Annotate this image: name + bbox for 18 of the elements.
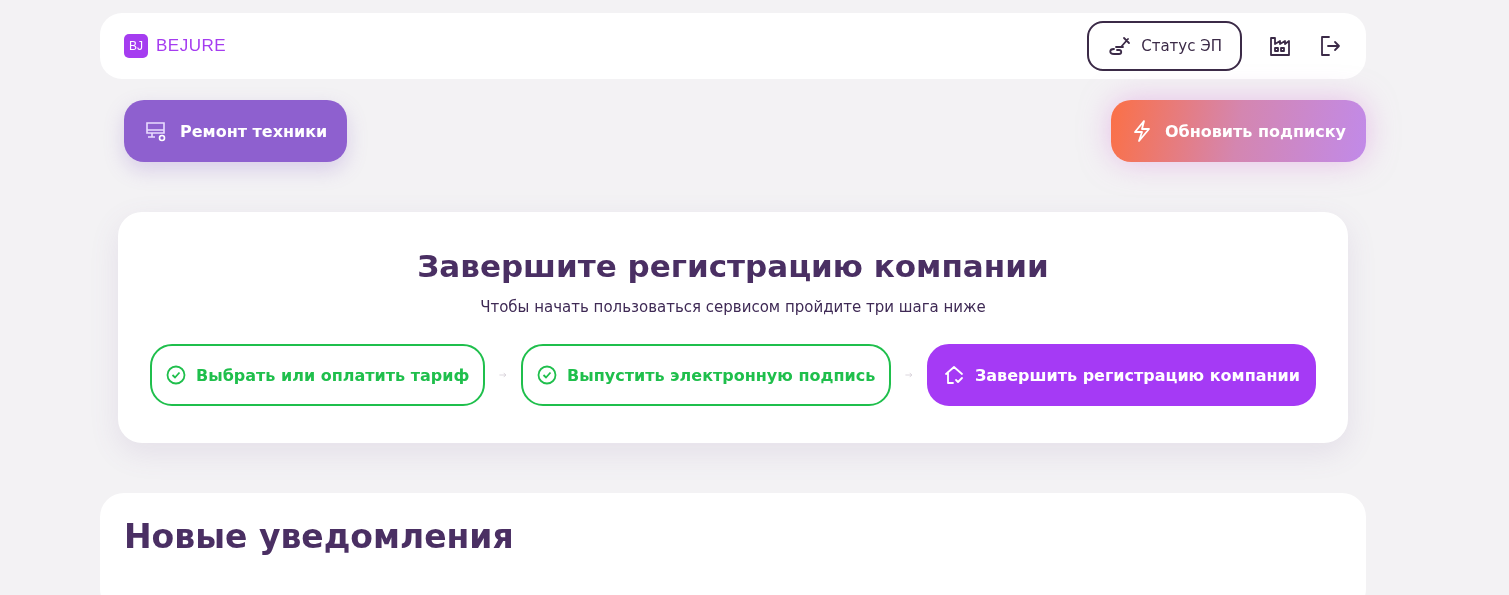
signature-status-button[interactable]: Статус ЭП	[1087, 21, 1242, 71]
registration-subtitle: Чтобы начать пользоваться сервисом пройдите три шага ниже	[480, 298, 986, 316]
logo-text: BEJURE	[156, 36, 227, 56]
check-circle-icon	[537, 365, 558, 385]
notifications-title: Новые уведомления	[124, 517, 515, 556]
step-button[interactable]: Выпустить электронную подпись	[521, 344, 892, 406]
registration-title: Завершите регистрацию компании	[417, 248, 1049, 284]
check-circle-icon	[166, 365, 186, 385]
subscription-button[interactable]: Обновить подписку	[1110, 100, 1366, 162]
step-button[interactable]: Завершить регистрацию компании	[926, 344, 1316, 406]
logout-icon[interactable]	[1318, 34, 1342, 58]
house-check-icon	[942, 364, 965, 386]
factory-icon[interactable]	[1268, 34, 1292, 58]
step-button[interactable]: Выбрать или оплатить тариф	[150, 344, 486, 406]
monitor-gear-icon	[144, 119, 168, 143]
repair-button[interactable]: Ремонт техники	[124, 100, 348, 162]
logo-icon: BJ	[124, 34, 148, 58]
signature-icon	[1107, 35, 1132, 57]
